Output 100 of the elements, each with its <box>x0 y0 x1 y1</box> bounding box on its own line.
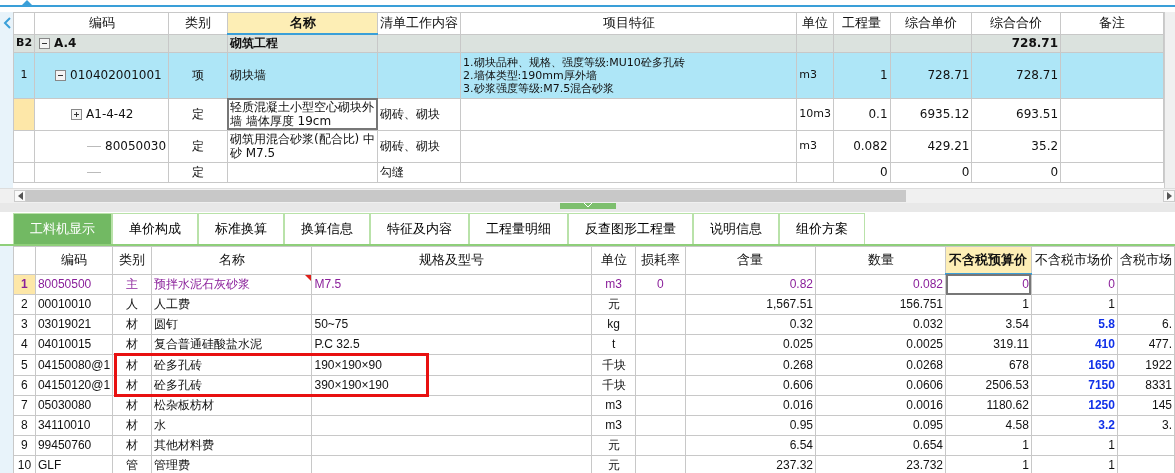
table-cell: 429.21 <box>927 139 970 153</box>
table-cell-text: m3 <box>604 417 623 433</box>
tree-toggle-icon[interactable] <box>71 108 83 120</box>
row-number: 1 <box>20 276 29 292</box>
table-cell: 砌筑用混合砂浆(配合比) 中砂 M7.5 <box>229 132 376 160</box>
table-cell-text: 人 <box>125 297 140 313</box>
column-header[interactable]: 单位 <box>796 12 834 34</box>
column-header[interactable]: 编码 <box>35 246 113 275</box>
tab[interactable]: 标准换算 <box>198 213 284 244</box>
table-cell: 0.082 <box>853 139 888 153</box>
table-cell-text: 0.0606 <box>905 377 943 393</box>
table-cell-text: 千块 <box>600 357 627 373</box>
tree-toggle-icon[interactable] <box>39 37 51 49</box>
scroll-right-icon[interactable] <box>1163 190 1175 202</box>
table-cell: 定 <box>192 139 204 153</box>
table-cell-text: 05030080 <box>37 397 93 413</box>
column-header[interactable]: 工程量 <box>833 12 891 34</box>
tab[interactable]: 换算信息 <box>284 213 370 244</box>
table-cell-text: 03019021 <box>37 317 93 333</box>
table-cell-text: 0.025 <box>781 337 813 353</box>
table-cell-text: 0 <box>1021 277 1029 293</box>
row-number: B2 <box>16 36 33 49</box>
column-header[interactable]: 备注 <box>1060 12 1164 34</box>
table-cell-text: P.C 32.5 <box>314 337 361 353</box>
table-cell: 04150120@1 <box>37 377 111 393</box>
table-cell-text: 4.58 <box>1004 417 1029 433</box>
table-cell-text: 678 <box>1007 357 1029 373</box>
table-cell-text: 1180.62 <box>985 397 1029 413</box>
table-cell-text: 0.0025 <box>905 337 943 353</box>
table-cell-text: M7.5 <box>314 276 343 292</box>
column-header[interactable]: 不含税市场价 <box>1031 246 1118 275</box>
column-header[interactable]: 不含税预算价 <box>945 246 1032 275</box>
column-header[interactable]: 名称 <box>151 246 312 275</box>
table-cell-text: m3 <box>604 397 623 413</box>
tab[interactable]: 说明信息 <box>693 213 779 244</box>
table-cell-text: 0.082 <box>912 276 943 292</box>
tab[interactable]: 组价方案 <box>779 213 865 244</box>
table-cell-text: 1 <box>1107 457 1115 473</box>
table-cell: A.4 <box>54 36 77 50</box>
tab[interactable]: 单价构成 <box>112 213 198 244</box>
table-cell: 6935.12 <box>919 107 970 121</box>
column-header[interactable]: 损耗率 <box>635 246 686 275</box>
table-cell-text: 00010010 <box>37 297 93 313</box>
table-cell-text: 1922 <box>1144 357 1172 373</box>
table-cell-text: 0.032 <box>912 317 943 333</box>
collapse-up-icon[interactable] <box>22 0 32 5</box>
table-cell-text: 99450760 <box>37 437 93 453</box>
table-cell-text: 复合普通硅酸盐水泥 <box>154 337 264 353</box>
tab[interactable]: 反查图形工程量 <box>568 213 693 244</box>
table-cell: 砌砖、砌块 <box>380 139 441 153</box>
scroll-left-icon[interactable] <box>14 190 26 202</box>
table-cell-text: 材 <box>125 437 140 453</box>
table-cell-text: 其他材料费 <box>154 437 216 453</box>
table-cell-text: 1,567.51 <box>765 297 813 313</box>
column-header[interactable]: 编码 <box>34 12 169 34</box>
vertical-scrollbar[interactable] <box>1164 12 1175 188</box>
tree-toggle-icon[interactable] <box>55 69 67 81</box>
column-header[interactable]: 综合单价 <box>890 12 972 34</box>
table-cell-text: 材 <box>125 317 140 333</box>
row-number: 4 <box>20 337 29 353</box>
column-header[interactable]: 清单工作内容 <box>377 12 461 34</box>
table-cell-text: 0 <box>1107 276 1115 292</box>
splitter-handle[interactable] <box>559 203 616 209</box>
table-cell-text: 0.0268 <box>905 357 943 373</box>
horizontal-scrollbar[interactable] <box>0 188 1175 203</box>
table-cell-text: 6.54 <box>788 437 813 453</box>
table-cell: 1 <box>879 68 888 82</box>
column-header[interactable]: 含量 <box>685 246 816 275</box>
table-cell-text: 23.732 <box>905 457 943 473</box>
column-header[interactable]: 名称 <box>227 12 378 34</box>
column-header[interactable]: 单位 <box>591 246 636 275</box>
column-header[interactable]: 类别 <box>112 246 152 275</box>
row-number: 9 <box>20 437 29 453</box>
chevron-left-icon[interactable] <box>2 17 11 29</box>
table-cell-text: 1 <box>1107 437 1115 453</box>
table-cell-text: 3.54 <box>1004 317 1029 333</box>
column-header[interactable]: 综合合价 <box>971 12 1061 34</box>
column-header[interactable]: 类别 <box>168 12 228 34</box>
tab[interactable]: 特征及内容 <box>370 213 469 244</box>
table-cell: 勾缝 <box>380 165 405 179</box>
table-cell: A1-4-42 <box>86 107 134 121</box>
table-cell: 定 <box>192 107 204 121</box>
table-cell-text: 6. <box>1161 317 1172 333</box>
table-cell: 0 <box>1050 165 1059 179</box>
column-header[interactable]: 数量 <box>815 246 946 275</box>
table-cell-text: 3.2 <box>1097 417 1115 433</box>
row-number: 5 <box>20 357 29 373</box>
tab[interactable]: 工程量明细 <box>469 213 568 244</box>
column-header[interactable]: 规格及型号 <box>312 246 592 275</box>
table-cell-text: 390×190×190 <box>314 377 390 393</box>
column-header[interactable]: 含税市场 <box>1117 246 1175 275</box>
table-cell-text: 水 <box>154 417 168 433</box>
table-cell-text: kg <box>606 317 621 333</box>
column-header[interactable]: 项目特征 <box>460 12 797 34</box>
table-cell-text: 砼多孔砖 <box>154 377 204 393</box>
table-cell-text: 圆钉 <box>154 317 180 333</box>
table-cell-text: 1250 <box>1087 397 1115 413</box>
table-cell-text: 2506.53 <box>984 377 1029 393</box>
scrollbar-thumb[interactable] <box>26 190 906 202</box>
table-cell: 项 <box>192 68 204 82</box>
